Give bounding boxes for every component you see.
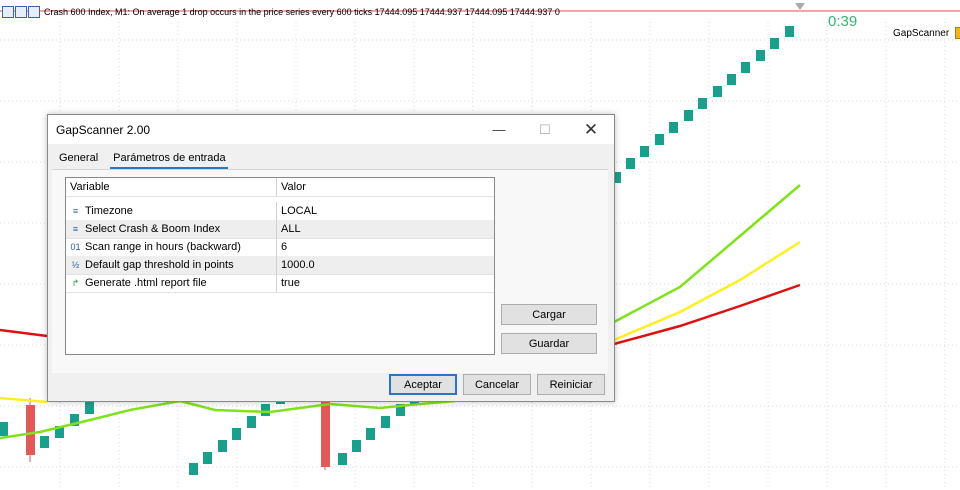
chart-window-icon[interactable] <box>15 6 27 18</box>
close-button[interactable]: ✕ <box>568 115 614 144</box>
column-header-variable[interactable]: Variable <box>70 178 110 196</box>
dialog-tabs: General Parámetros de entrada <box>56 148 228 169</box>
list-icon: ≡ <box>72 205 79 216</box>
bull-candle <box>189 463 198 475</box>
bull-candle <box>727 74 736 85</box>
grid-header-row: Variable Valor <box>66 178 494 197</box>
table-row[interactable]: ≡ Select Crash & Boom Index ALL <box>66 220 494 239</box>
bull-candle <box>684 110 693 121</box>
ma-yellow-line <box>613 240 801 342</box>
chart-header-text: Crash 600 Index, M1: On average 1 drop o… <box>44 7 560 17</box>
current-bar-marker <box>795 3 805 10</box>
column-divider[interactable] <box>276 178 277 196</box>
bar-countdown: 0:39 <box>828 13 858 30</box>
bull-candle <box>261 404 270 416</box>
reset-button[interactable]: Reiniciar <box>537 374 605 395</box>
chart-window-icon[interactable] <box>2 6 14 18</box>
bull-candle <box>338 453 347 465</box>
bull-candle <box>352 440 361 452</box>
table-row[interactable]: 01 Scan range in hours (backward) 6 <box>66 238 494 257</box>
bull-candle <box>741 62 750 73</box>
indicator-label[interactable]: GapScanner <box>893 27 960 39</box>
column-divider <box>276 220 277 238</box>
parameter-value[interactable]: 6 <box>281 238 287 256</box>
input-parameters-dialog: GapScanner 2.00 — ☐ ✕ General Parámetros… <box>47 114 615 402</box>
parameter-value[interactable]: 1000.0 <box>281 256 315 274</box>
bull-candle <box>0 422 8 436</box>
bull-candle <box>218 440 227 452</box>
bull-candle <box>713 86 722 97</box>
tab-input-parameters[interactable]: Parámetros de entrada <box>110 148 228 169</box>
bull-candle <box>785 26 794 37</box>
bull-candle <box>232 428 241 440</box>
bull-candle <box>770 38 779 49</box>
table-row[interactable]: ½ Default gap threshold in points 1000.0 <box>66 256 494 275</box>
parameter-name: Timezone <box>85 205 133 217</box>
fraction-icon: ½ <box>71 259 80 270</box>
bull-candle <box>203 452 212 464</box>
bull-candle <box>655 134 664 145</box>
bull-candle <box>40 436 49 448</box>
bull-candle <box>669 122 678 133</box>
table-row[interactable]: ≡ Timezone LOCAL <box>66 202 494 221</box>
column-divider <box>276 256 277 274</box>
ma-red-line <box>0 328 48 338</box>
maximize-icon: ☐ <box>539 121 551 137</box>
dialog-titlebar[interactable]: GapScanner 2.00 — ☐ ✕ <box>48 115 614 144</box>
chart-header-icons[interactable] <box>2 6 40 18</box>
list-icon: ≡ <box>72 223 79 234</box>
minimize-icon: — <box>492 122 506 137</box>
parameter-name: Generate .html report file <box>85 277 207 289</box>
parameter-name: Select Crash & Boom Index <box>85 223 221 235</box>
column-header-value[interactable]: Valor <box>281 178 306 196</box>
bull-candle <box>366 428 375 440</box>
load-button[interactable]: Cargar <box>501 304 597 325</box>
minimize-button[interactable]: — <box>476 115 522 144</box>
parameter-value[interactable]: true <box>281 274 300 292</box>
parameter-value[interactable]: ALL <box>281 220 301 238</box>
bear-candle <box>26 405 35 455</box>
column-divider <box>276 274 277 292</box>
bull-candle <box>85 402 94 414</box>
chart-header: Crash 600 Index, M1: On average 1 drop o… <box>2 4 560 20</box>
bull-candle <box>640 146 649 157</box>
bull-candle <box>756 50 765 61</box>
bull-candle <box>626 158 635 169</box>
tab-general[interactable]: General <box>56 148 100 169</box>
bull-candle <box>247 416 256 428</box>
bull-candle <box>381 416 390 428</box>
chart-window-icon[interactable] <box>28 6 40 18</box>
ma-yellow-line <box>0 396 48 404</box>
bear-candle <box>321 402 330 467</box>
integer-icon: 01 <box>70 241 81 252</box>
parameter-name: Default gap threshold in points <box>85 259 234 271</box>
accept-button[interactable]: Aceptar <box>389 374 457 395</box>
column-divider <box>276 202 277 220</box>
parameters-grid[interactable]: Variable Valor ≡ Timezone LOCAL ≡ Select C… <box>65 177 495 355</box>
column-divider <box>276 238 277 256</box>
bool-icon: ↱ <box>71 277 80 288</box>
indicator-name: GapScanner <box>893 27 950 39</box>
table-row[interactable]: ↱ Generate .html report file true <box>66 274 494 293</box>
ma-green-line <box>613 184 801 324</box>
maximize-button[interactable]: ☐ <box>522 115 568 144</box>
dialog-title: GapScanner 2.00 <box>56 123 151 137</box>
ma-red-line <box>613 283 801 346</box>
close-icon: ✕ <box>583 119 599 139</box>
parameter-value[interactable]: LOCAL <box>281 202 317 220</box>
cancel-button[interactable]: Cancelar <box>463 374 531 395</box>
bull-candle <box>698 98 707 109</box>
save-button[interactable]: Guardar <box>501 333 597 354</box>
indicator-icon[interactable] <box>955 27 960 39</box>
parameter-name: Scan range in hours (backward) <box>85 241 241 253</box>
